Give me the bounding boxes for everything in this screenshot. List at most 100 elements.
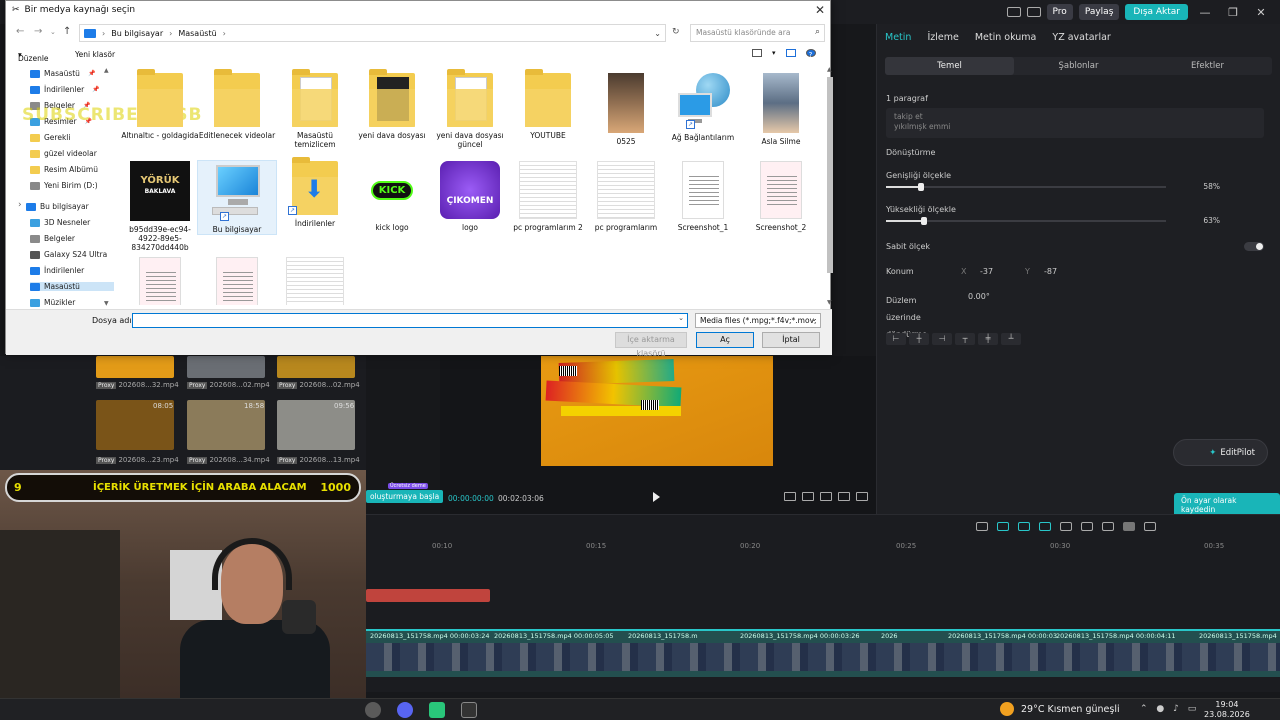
nav-item[interactable]: Yeni Birim (D:) [30,181,98,190]
mic-icon[interactable] [976,522,988,531]
edit-icon[interactable] [784,492,796,501]
file-name-input[interactable]: ⌄ [132,313,688,328]
nav-item[interactable]: Bu bilgisayar [26,202,89,211]
file-item[interactable]: Altınaltıc - goldagida [121,69,199,140]
weather-icon[interactable] [1000,702,1014,716]
preview-pane-icon[interactable] [785,49,796,57]
video-track[interactable]: 20260813_151758.mp4 00:00:03:24 20260813… [366,629,1280,677]
open-button[interactable]: Aç [696,332,754,348]
close-icon[interactable]: ✕ [815,3,825,17]
file-scrollbar[interactable]: ▲ ▼ [826,66,834,306]
minimize-icon[interactable]: — [1194,6,1216,19]
breadcrumb-current[interactable]: Masaüstü [178,29,216,38]
file-item[interactable] [276,257,354,305]
search-input[interactable]: Masaüstü klasöründe ara ⌕ [690,24,825,42]
scale-height-slider[interactable] [886,217,1166,225]
align-center-icon[interactable]: ┼ [909,333,929,345]
pro-button[interactable]: Pro [1046,4,1073,20]
zoom-in-icon[interactable] [1144,522,1156,531]
new-folder-button[interactable]: Yeni klasör [75,50,115,59]
forward-icon[interactable]: → [34,26,42,37]
file-item[interactable] [121,257,199,305]
weather-text[interactable]: 29°C Kısmen güneşli [1021,704,1120,715]
file-item[interactable]: YOUTUBE [509,69,587,140]
up-icon[interactable]: ↑ [63,26,71,37]
screen-icon[interactable] [838,492,850,501]
file-item[interactable]: KICK kick logo [353,161,431,232]
scale-width-slider[interactable] [886,183,1166,191]
export-button[interactable]: Dışa Aktar [1125,4,1188,20]
nav-item[interactable]: güzel videolar [30,149,97,158]
pos-x-field[interactable]: -37 [980,267,993,276]
file-type-select[interactable]: Media files (*.mpg;*.f4v;*.mov; ⌄ [695,313,821,328]
file-item[interactable]: Editlenecek videolar [198,69,276,140]
chevron-down-icon[interactable]: ⌄ [654,29,661,38]
scroll-up-icon[interactable]: ▲ [104,67,109,74]
timeline-ruler[interactable]: 00:10 00:15 00:20 00:25 00:30 00:35 [366,539,1280,553]
file-item[interactable]: yeni dava dosyası [353,69,431,140]
nav-item[interactable]: Belgeler [30,234,75,243]
transform-label[interactable]: Dönüştürme [886,148,935,157]
address-bar[interactable]: › Bu bilgisayar › Masaüstü › ⌄ [79,24,666,42]
scale-width-value[interactable]: 58% [1180,182,1220,191]
tab-text[interactable]: Metin [885,32,911,43]
subtab-effects[interactable]: Efektler [1143,57,1272,75]
file-item[interactable]: ↗ Ağ Bağlantılarım [664,73,742,142]
file-item[interactable]: pc programlarım 2 [509,161,587,232]
align-middle-icon[interactable]: ╪ [978,333,998,345]
text-preview-field[interactable]: takip et yıkılmışk emmi [886,108,1264,138]
ratio-icon[interactable] [802,492,814,501]
scale-height-value[interactable]: 63% [1180,216,1220,225]
nav-item[interactable]: İndirilenler [30,266,84,275]
view-mode-icon[interactable] [752,49,762,57]
capcut-icon[interactable] [461,702,477,718]
tab-ai-avatars[interactable]: YZ avatarlar [1052,32,1110,43]
file-item[interactable]: Asla Silme [742,73,820,146]
shortcuts-icon[interactable] [1026,7,1041,17]
layout-icon[interactable] [1006,7,1021,17]
align-right-icon[interactable]: ⊣ [932,333,952,345]
nav-item[interactable]: Gerekli [30,133,70,142]
cancel-button[interactable]: İptal [762,332,820,348]
maximize-icon[interactable]: ❐ [1222,6,1244,19]
refresh-icon[interactable]: ↻ [672,27,680,37]
share-button[interactable]: Paylaş [1078,4,1120,20]
preview-icon[interactable] [1060,522,1072,531]
file-item[interactable]: ↗ Bu bilgisayar [197,160,277,235]
snap-icon[interactable] [1039,522,1051,531]
discord-icon[interactable] [397,702,413,718]
nav-item[interactable]: Masaüstü 📌 [30,69,95,78]
organize-button[interactable]: Düzenle ▾ [18,50,49,63]
system-tray[interactable]: ⌃ ● ♪ ▭ [1140,704,1199,714]
app-icon[interactable] [429,702,445,718]
tab-tracking[interactable]: İzleme [927,32,958,43]
fullscreen-icon[interactable] [856,492,868,501]
file-item[interactable]: Masaüstü temizlicem [276,69,354,149]
scroll-up-icon[interactable]: ▲ [827,66,832,73]
link-icon[interactable] [997,522,1009,531]
media-thumb[interactable] [96,356,174,378]
nav-item[interactable]: Müzikler [30,298,75,307]
zoom-out-icon[interactable] [1102,522,1114,531]
file-item[interactable]: Screenshot_1 [664,161,742,232]
file-item[interactable] [198,257,276,305]
help-icon[interactable]: ? [805,49,816,59]
editpilot-button[interactable]: ✦ EditPilot [1173,439,1268,466]
import-folder-button[interactable]: İçe aktarma klasörü [615,332,687,358]
file-item[interactable]: YÖRÜK BAKLAVA b95dd39e-ec94-4922-89e5-8342… [121,161,199,252]
expand-icon[interactable]: › [18,200,22,210]
history-dropdown-icon[interactable]: ⌄ [50,28,56,36]
file-item[interactable]: ÇIKOMEN logo [431,161,509,232]
media-thumb[interactable] [187,356,265,378]
fixed-scale-toggle[interactable] [1244,242,1264,251]
chevron-down-icon[interactable]: ▾ [772,49,776,57]
file-item[interactable]: 0525 [587,73,665,146]
nav-item[interactable]: Galaxy S24 Ultra [30,250,107,259]
nav-item[interactable]: 3D Nesneler [30,218,90,227]
magnet-icon[interactable] [1018,522,1030,531]
align-top-icon[interactable]: ┬ [955,333,975,345]
nav-item[interactable]: Masaüstü [30,282,114,291]
media-thumb[interactable] [277,356,355,378]
scroll-down-icon[interactable]: ▼ [104,300,109,307]
align-left-icon[interactable]: ⊢ [886,333,906,345]
